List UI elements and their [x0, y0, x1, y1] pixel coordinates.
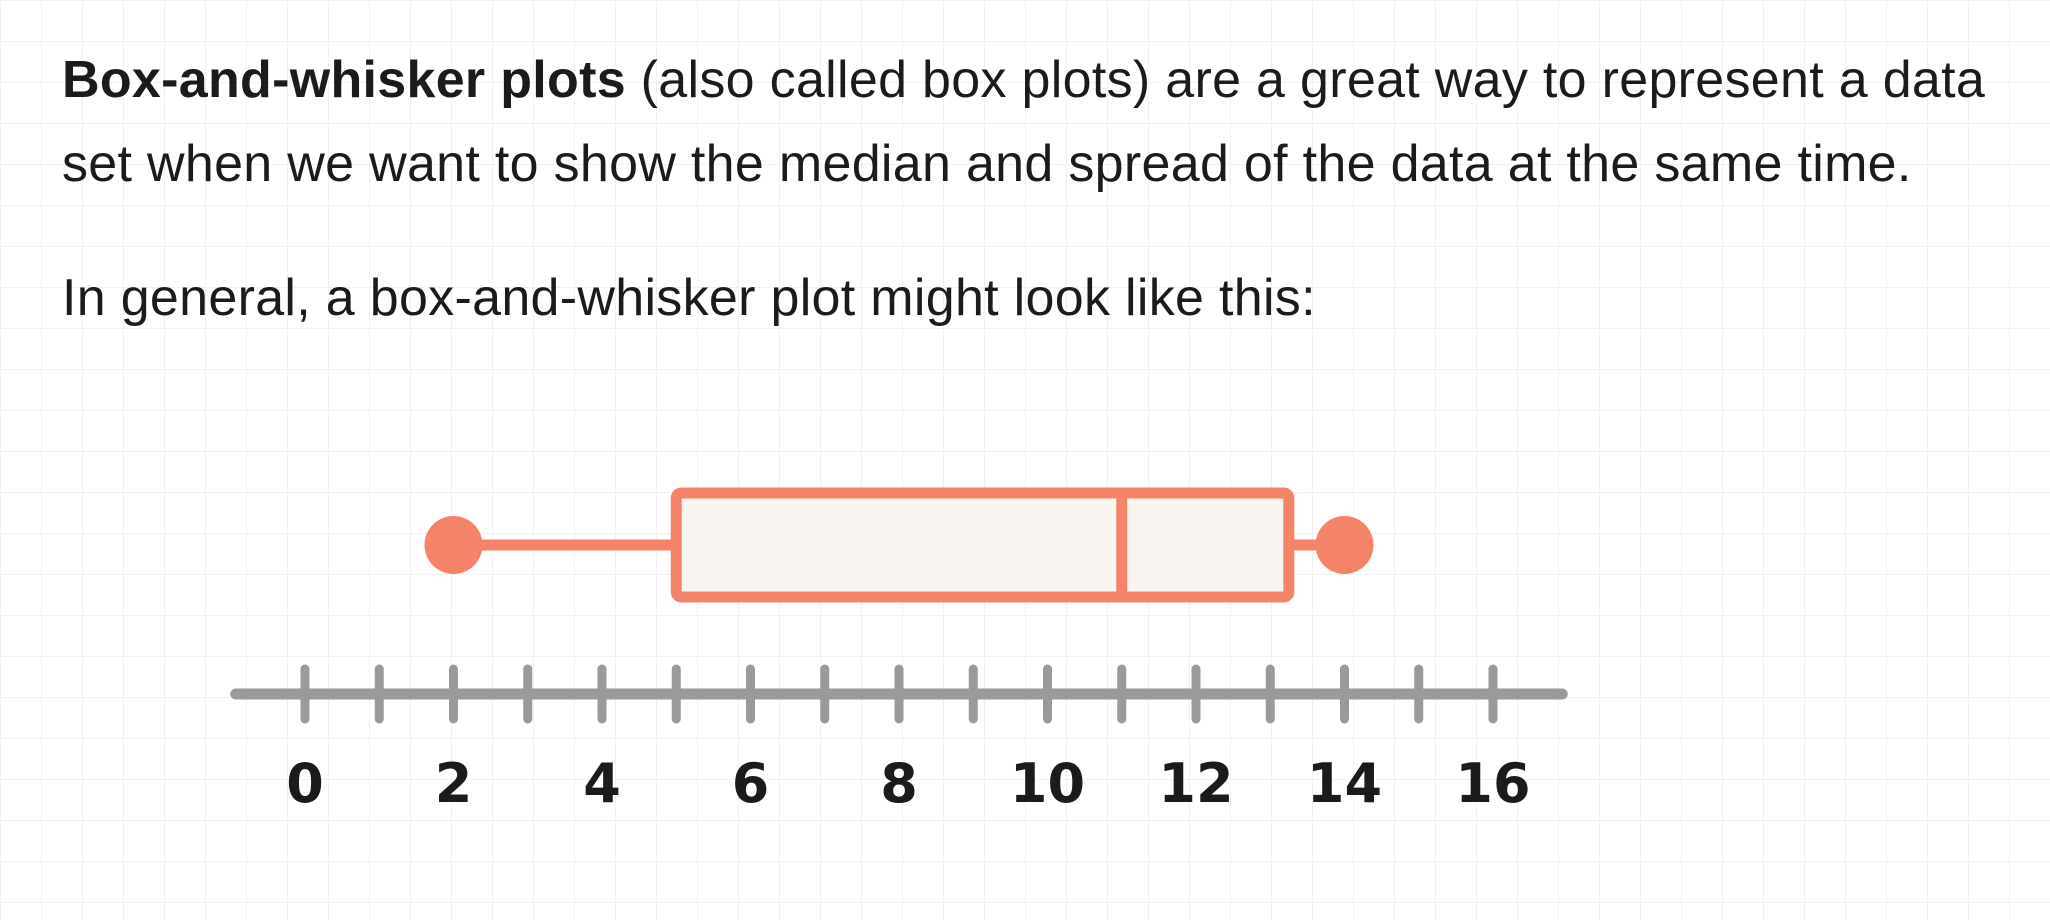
minimum-point: [424, 516, 483, 574]
tick-label: 10: [1010, 752, 1085, 815]
tick-label: 8: [880, 752, 918, 815]
tick-label: 14: [1307, 752, 1382, 815]
tick-label: 0: [286, 752, 324, 815]
tick-label: 4: [583, 752, 621, 815]
interquartile-box: [670, 487, 1295, 603]
tick-label: 6: [732, 752, 770, 815]
maximum-point: [1315, 516, 1374, 574]
tick-label: 12: [1158, 752, 1233, 815]
box-and-whisker-plot: 0 2 4 6 8 10 12 14 16: [230, 487, 1568, 815]
tick-label: 16: [1455, 752, 1530, 815]
tick-label: 2: [435, 752, 473, 815]
